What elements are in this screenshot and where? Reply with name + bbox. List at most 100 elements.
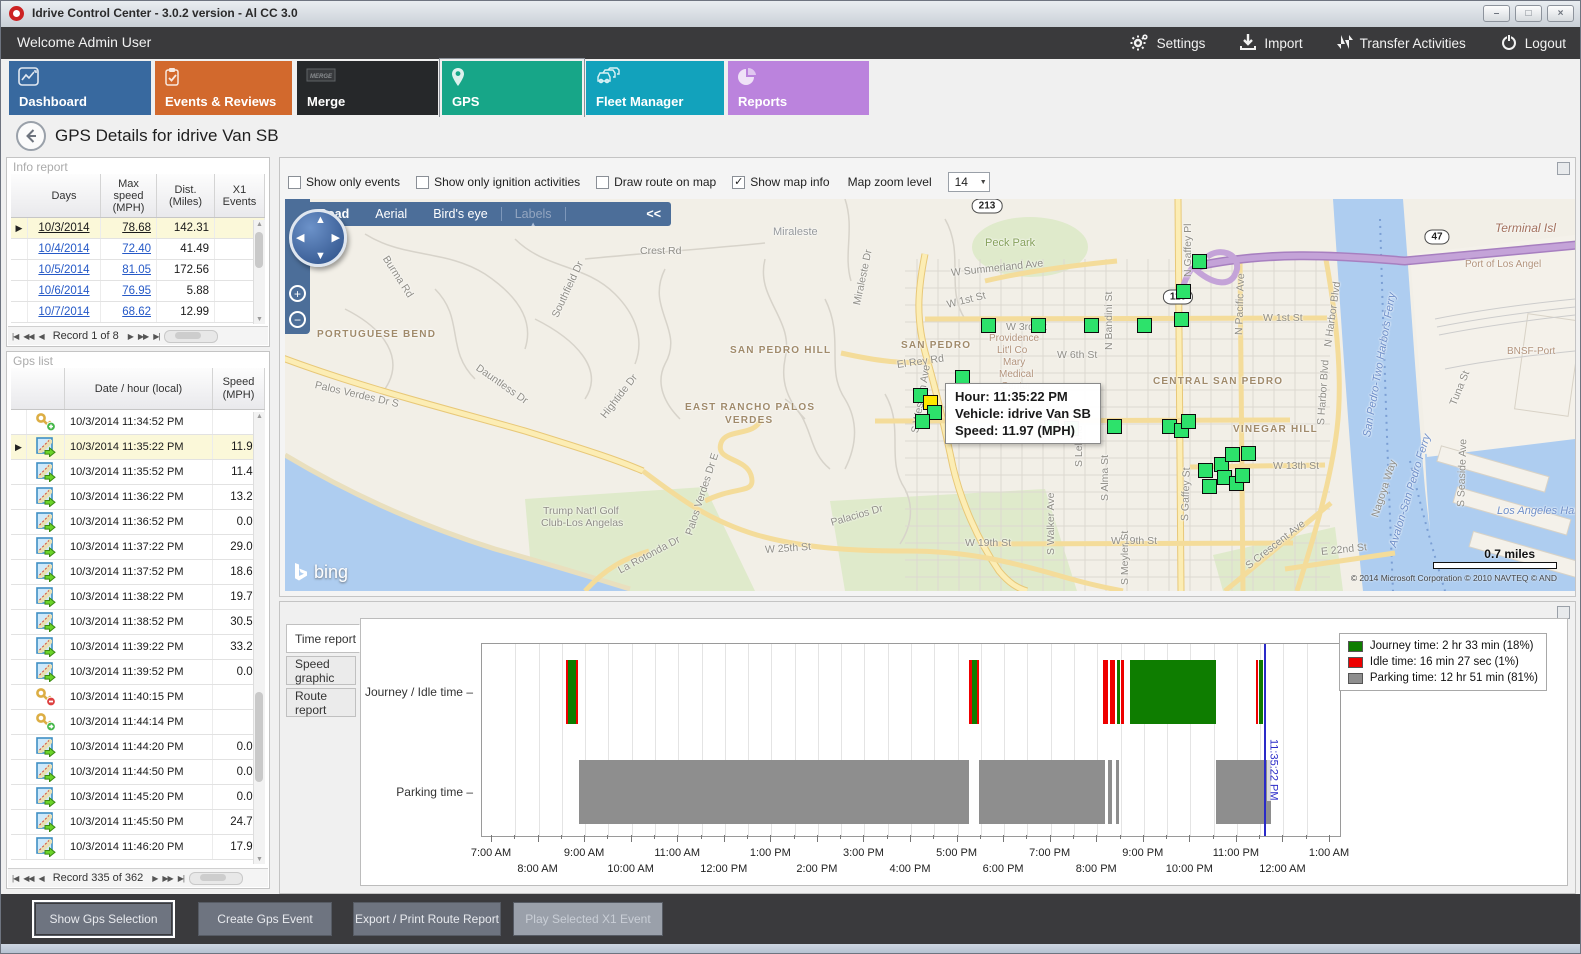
record-nav-last-button[interactable]: ▶|	[153, 332, 159, 341]
gps-row[interactable]: 10/3/2014 11:37:52 PM18.63	[11, 560, 265, 585]
gps-row[interactable]: 10/3/2014 11:36:22 PM13.28	[11, 485, 265, 510]
record-horizontal-scrollbar[interactable]	[189, 872, 243, 885]
record-nav-prev-button[interactable]: ◀	[39, 332, 44, 341]
checkbox-show-only-events[interactable]: Show only events	[288, 175, 400, 189]
gps-row[interactable]: 10/3/2014 11:38:52 PM30.55	[11, 610, 265, 635]
gps-row[interactable]: 10/3/2014 11:35:52 PM11.47	[11, 460, 265, 485]
gps-marker[interactable]	[1202, 479, 1217, 494]
map-style-bird-s-eye[interactable]: Bird's eye	[433, 207, 488, 221]
record-nav-prev-button[interactable]: ◀	[39, 874, 44, 883]
gps-row[interactable]: 10/3/2014 11:34:52 PM	[11, 410, 265, 435]
info-report-row[interactable]: ▶10/3/201478.68142.31	[11, 218, 265, 239]
map-zoom-in-button[interactable]: +	[289, 285, 306, 302]
gps-marker[interactable]	[1137, 318, 1152, 333]
cell-dist[interactable]: 41.49	[157, 239, 215, 259]
gps-marker[interactable]	[1107, 419, 1122, 434]
map-zoom-out-button[interactable]: −	[289, 311, 306, 328]
gps-marker[interactable]	[1225, 447, 1240, 462]
map-style-labels[interactable]: Labels▲	[515, 207, 552, 221]
create-gps-event-button[interactable]: Create Gps Event	[198, 902, 332, 936]
chart-tab-speed-graphic[interactable]: Speed graphic	[286, 656, 356, 685]
checkbox-show-only-ignition-activities[interactable]: Show only ignition activities	[416, 175, 580, 189]
cell-max_speed[interactable]: 78.68	[101, 218, 157, 238]
gps-row[interactable]: 10/3/2014 11:46:20 PM17.93	[11, 835, 265, 860]
cell-max_speed[interactable]: 81.05	[101, 260, 157, 280]
gps-marker[interactable]	[1235, 468, 1250, 483]
record-nav-nextpage-button[interactable]: ▶▶	[138, 332, 148, 341]
record-horizontal-scrollbar[interactable]	[164, 330, 218, 343]
cell-days[interactable]: 10/5/2014	[28, 260, 101, 280]
gps-row[interactable]: 10/3/2014 11:37:22 PM29.05	[11, 535, 265, 560]
info-report-row[interactable]: 10/4/201472.4041.49	[11, 239, 265, 260]
gps-marker[interactable]	[1192, 254, 1207, 269]
tab-fleet-manager[interactable]: Fleet Manager	[586, 61, 724, 115]
gps-row[interactable]: 10/3/2014 11:45:50 PM24.75	[11, 810, 265, 835]
map-pan-compass[interactable]: ▲▼ ◀▶	[289, 209, 347, 267]
tab-reports[interactable]: Reports	[728, 61, 869, 115]
record-nav-nextpage-button[interactable]: ▶▶	[162, 874, 172, 883]
gps-row[interactable]: 10/3/2014 11:40:15 PM	[11, 685, 265, 710]
map-style-aerial[interactable]: Aerial	[375, 207, 407, 221]
record-nav-prevpage-button[interactable]: ◀◀	[23, 874, 33, 883]
checkbox-show-map-info[interactable]: ✓Show map info	[732, 175, 829, 189]
column-header-x1-events[interactable]: X1 Events	[215, 174, 265, 217]
column-header-max-speed-mph-[interactable]: Max speed (MPH)	[101, 174, 157, 217]
gps-row[interactable]: 10/3/2014 11:39:52 PM0.00	[11, 660, 265, 685]
record-nav-last-button[interactable]: ▶|	[178, 874, 184, 883]
cell-max_speed[interactable]: 68.62	[101, 302, 157, 322]
gps-marker[interactable]	[1241, 446, 1256, 461]
gps-marker[interactable]	[1031, 318, 1046, 333]
tab-merge[interactable]: MERGEMerge	[297, 61, 438, 115]
record-nav-next-button[interactable]: ▶	[152, 874, 157, 883]
chart-tab-route-report[interactable]: Route report	[286, 688, 356, 717]
top-action-logout[interactable]: Logout	[1500, 33, 1566, 54]
cell-dist[interactable]: 142.31	[157, 218, 215, 238]
column-header-date-hour[interactable]: Date / hour (local)	[65, 368, 213, 409]
cell-days[interactable]: 10/7/2014	[28, 302, 101, 322]
gps-row[interactable]: 10/3/2014 11:44:20 PM0.00	[11, 735, 265, 760]
cell-days[interactable]: 10/3/2014	[28, 218, 101, 238]
gps-marker[interactable]	[1176, 284, 1191, 299]
info-report-row[interactable]: 10/5/201481.05172.56	[11, 260, 265, 281]
info-report-row[interactable]: 10/7/201468.6212.99	[11, 302, 265, 323]
close-button[interactable]: ×	[1547, 5, 1574, 22]
top-action-transfer-activities[interactable]: Transfer Activities	[1337, 33, 1466, 54]
bing-map[interactable]: MiralesteCrest RdBurma RdSouthfield DrMi…	[285, 199, 1575, 591]
record-nav-next-button[interactable]: ▶	[128, 332, 133, 341]
map-nav-collapse-button[interactable]: <<	[646, 207, 661, 221]
info-report-scrollbar[interactable]: ▲ ▼	[253, 220, 265, 324]
record-nav-prevpage-button[interactable]: ◀◀	[23, 332, 33, 341]
top-action-settings[interactable]: Settings	[1130, 33, 1206, 54]
export-print-route-report-button[interactable]: Export / Print Route Report	[353, 902, 501, 936]
map-zoom-level-dropdown[interactable]: 14▼	[948, 172, 990, 192]
gps-row[interactable]: 10/3/2014 11:36:52 PM0.00	[11, 510, 265, 535]
gps-marker[interactable]	[1084, 318, 1099, 333]
cell-max_speed[interactable]: 72.40	[101, 239, 157, 259]
cell-days[interactable]: 10/4/2014	[28, 239, 101, 259]
gps-marker[interactable]	[1198, 463, 1213, 478]
gps-row[interactable]: 10/3/2014 11:44:14 PM	[11, 710, 265, 735]
record-nav-first-button[interactable]: |◀	[12, 874, 18, 883]
chart-tab-time-report[interactable]: Time report	[286, 624, 360, 653]
tab-dashboard[interactable]: Dashboard	[9, 61, 151, 115]
column-header-speed[interactable]: Speed (MPH)	[213, 368, 265, 409]
cell-dist[interactable]: 5.88	[157, 281, 215, 301]
gps-row[interactable]: 10/3/2014 11:45:20 PM0.00	[11, 785, 265, 810]
minimize-button[interactable]: –	[1483, 5, 1510, 22]
cell-max_speed[interactable]: 76.95	[101, 281, 157, 301]
checkbox-draw-route-on-map[interactable]: Draw route on map	[596, 175, 716, 189]
map-panel-collapse-icon[interactable]	[1557, 162, 1570, 175]
gps-row[interactable]: 10/3/2014 11:38:22 PM19.70	[11, 585, 265, 610]
cell-days[interactable]: 10/6/2014	[28, 281, 101, 301]
info-report-row[interactable]: 10/6/201476.955.88	[11, 281, 265, 302]
gps-marker[interactable]	[1181, 414, 1196, 429]
gps-list-scrollbar[interactable]: ▲ ▼	[253, 412, 265, 864]
column-header-days[interactable]: Days	[28, 174, 101, 217]
cell-dist[interactable]: 172.56	[157, 260, 215, 280]
gps-marker[interactable]	[915, 414, 930, 429]
tab-events-reviews[interactable]: Events & Reviews	[155, 61, 292, 115]
cell-dist[interactable]: 12.99	[157, 302, 215, 322]
gps-row[interactable]: ▶10/3/2014 11:35:22 PM11.97	[11, 435, 265, 460]
gps-marker[interactable]	[981, 318, 996, 333]
tab-gps[interactable]: GPS	[442, 61, 582, 115]
